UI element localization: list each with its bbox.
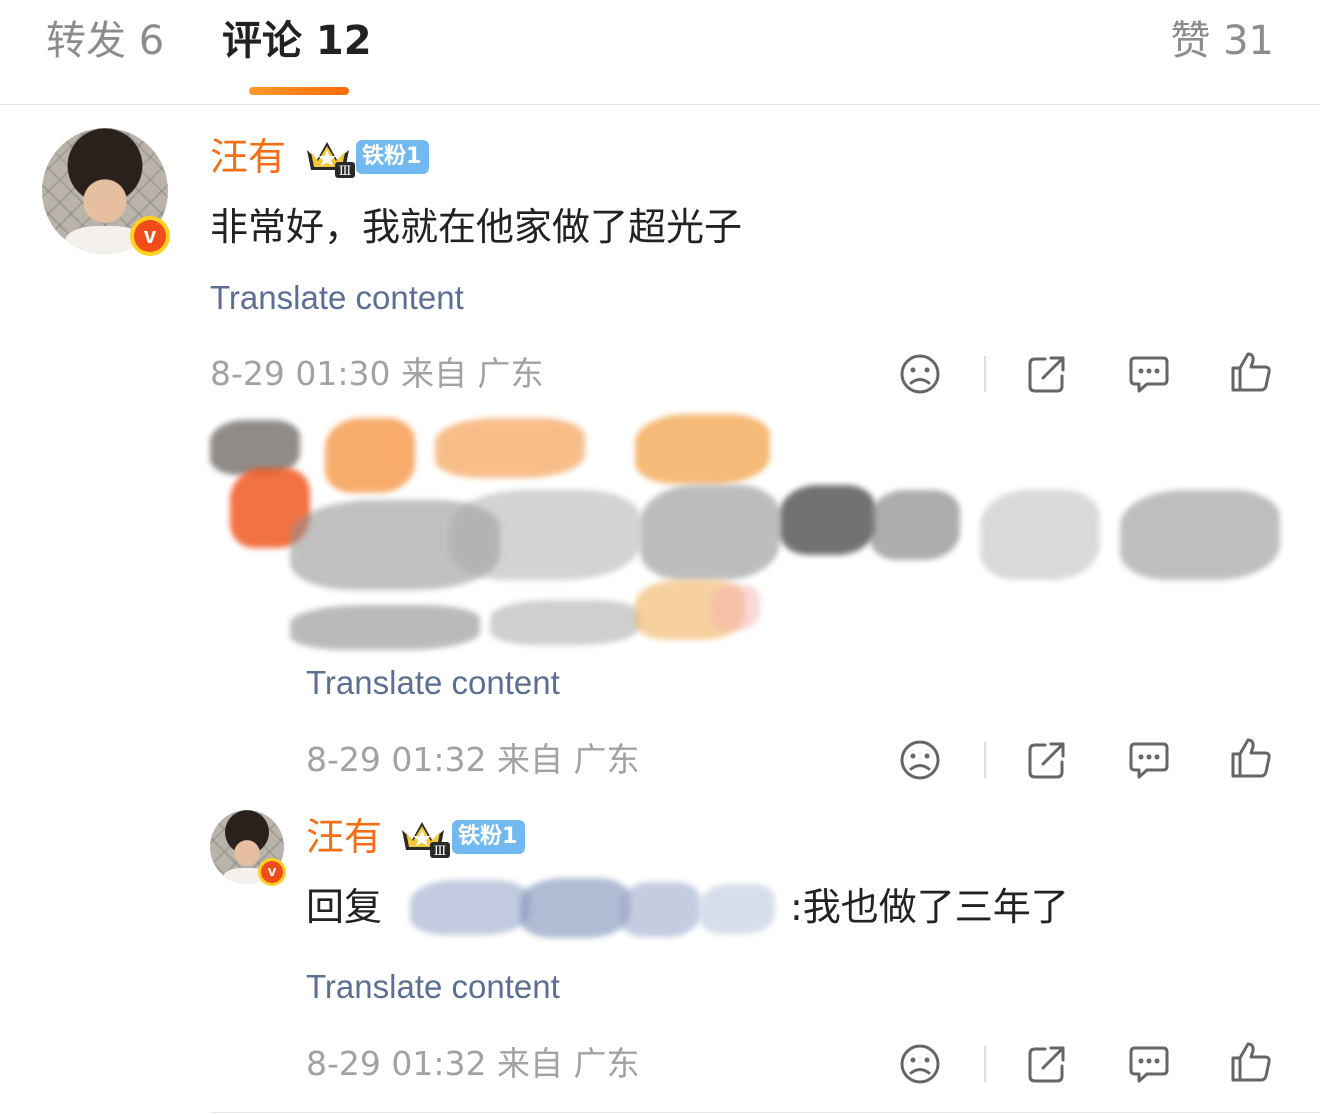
comment-text: 非常好，我就在他家做了超光子 — [210, 205, 743, 249]
tab-repost[interactable]: 转发 6 — [46, 14, 164, 68]
action-divider — [984, 742, 986, 778]
share-icon[interactable] — [1025, 1042, 1069, 1086]
tab-comment[interactable]: 评论 12 — [222, 14, 372, 68]
fan-badge: 铁粉1 — [452, 820, 526, 854]
sad-face-icon[interactable] — [898, 352, 942, 396]
verified-badge-icon: v — [258, 858, 286, 886]
translate-link[interactable]: Translate content — [210, 276, 464, 320]
thumbs-up-icon[interactable] — [1229, 736, 1273, 780]
redacted-reply-target — [390, 868, 790, 948]
comment-bubble-icon[interactable] — [1127, 352, 1171, 396]
action-divider — [984, 1046, 986, 1082]
action-divider — [984, 356, 986, 392]
avatar[interactable]: v — [210, 810, 286, 886]
thumbs-up-icon[interactable] — [1229, 350, 1273, 394]
active-tab-indicator — [249, 87, 349, 95]
comment-bubble-icon[interactable] — [1127, 1042, 1171, 1086]
redacted-content — [190, 400, 1300, 670]
comment-meta: 8-29 01:30 来自 广东 — [210, 354, 544, 393]
crown-icon: Ⅲ — [402, 822, 450, 859]
comment-meta: 8-29 01:32 来自 广东 — [306, 1044, 640, 1083]
comment-bubble-icon[interactable] — [1127, 738, 1171, 782]
translate-link[interactable]: Translate content — [306, 965, 560, 1009]
comment-text: :我也做了三年了 — [790, 885, 1069, 929]
translate-link[interactable]: Translate content — [306, 661, 560, 705]
share-icon[interactable] — [1025, 738, 1069, 782]
username[interactable]: 汪有 — [210, 132, 286, 182]
reply-prefix: 回复 — [306, 885, 383, 929]
fan-badge: 铁粉1 — [356, 140, 430, 174]
verified-badge-icon: v — [130, 216, 170, 256]
sad-face-icon[interactable] — [898, 1042, 942, 1086]
sad-face-icon[interactable] — [898, 738, 942, 782]
thumbs-up-icon[interactable] — [1229, 1040, 1273, 1084]
svg-text:Ⅲ: Ⅲ — [434, 844, 447, 859]
svg-text:Ⅲ: Ⅲ — [339, 164, 352, 179]
tab-like[interactable]: 赞 31 — [1170, 14, 1274, 68]
avatar[interactable]: v — [42, 128, 170, 256]
bottom-divider — [210, 1112, 1320, 1113]
tab-bar: 转发 6 评论 12 赞 31 — [0, 0, 1320, 105]
username[interactable]: 汪有 — [306, 812, 382, 862]
comment-meta: 8-29 01:32 来自 广东 — [306, 740, 640, 779]
share-icon[interactable] — [1025, 352, 1069, 396]
crown-icon: Ⅲ — [307, 142, 355, 179]
